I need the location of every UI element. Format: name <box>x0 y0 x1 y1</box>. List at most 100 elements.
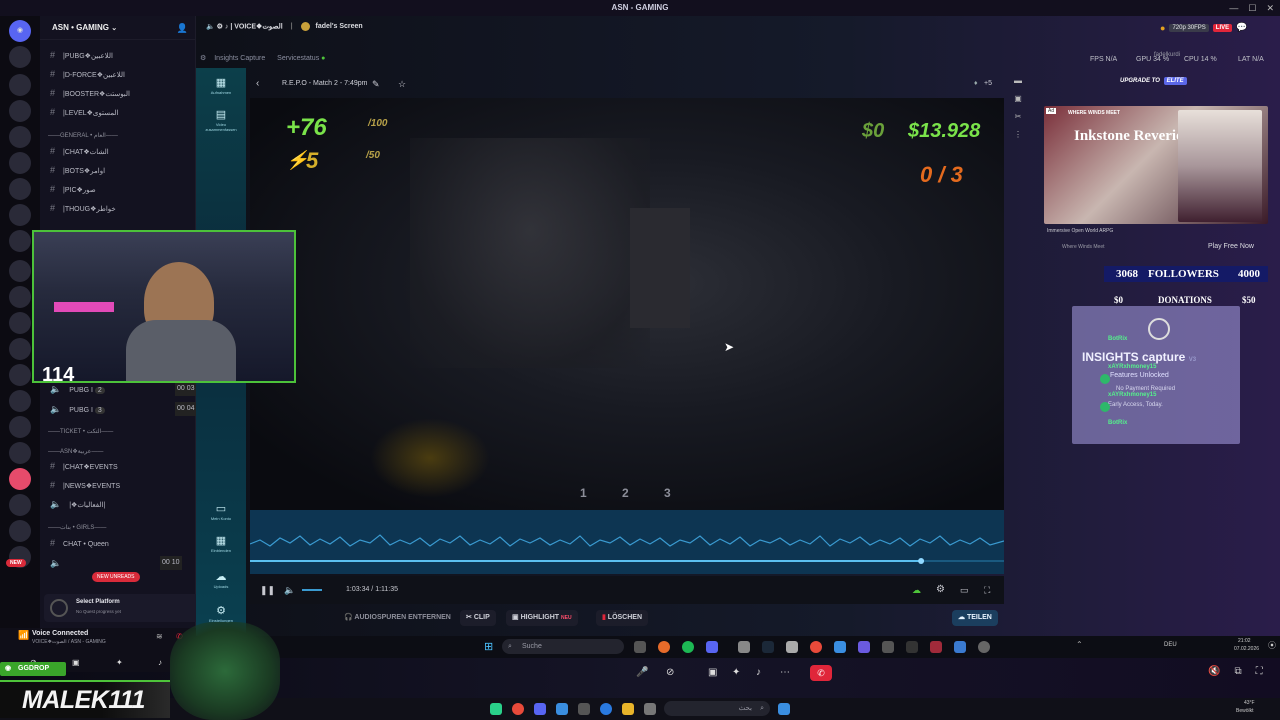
app-icon[interactable] <box>834 641 846 653</box>
voice-channel[interactable]: 🔈 PUBG I 2 00 03 <box>50 382 197 396</box>
channel-item[interactable]: # |D-FORCE❖اللاعبين <box>50 67 125 81</box>
tab-service-status[interactable]: Servicestatus <box>277 55 319 62</box>
fullscreen-icon[interactable]: ⛶ <box>984 576 990 604</box>
tray-chevron-icon[interactable]: ⌃ <box>1076 640 1083 649</box>
app-icon[interactable] <box>578 703 590 715</box>
add-member-icon[interactable]: 👤 <box>177 16 188 40</box>
channel-item[interactable]: # |PIC❖صور <box>50 182 96 196</box>
server-icon[interactable] <box>9 494 31 516</box>
maximize-icon[interactable]: ☐ <box>1248 3 1256 14</box>
server-icon[interactable] <box>9 204 31 226</box>
mute-icon[interactable]: 🔇 <box>1208 666 1220 677</box>
share-button[interactable]: ☁ TEILEN <box>952 610 998 626</box>
volume-slider[interactable] <box>302 589 322 591</box>
screen-share-icon[interactable]: ▣ <box>72 658 80 667</box>
theater-mode-icon[interactable]: ▭ <box>960 576 969 604</box>
nav-settings[interactable]: ⚙ Einstellungen <box>200 604 242 623</box>
ad-banner[interactable]: Ad WHERE WINDS MEET Inkstone Reverie <box>1044 106 1268 224</box>
voice-channel[interactable]: 🔈 PUBG I 3 00 04 <box>50 402 197 416</box>
channel-item[interactable]: 🔈 |❖الفعاليات| <box>50 497 105 511</box>
firefox-icon[interactable] <box>658 641 670 653</box>
discord-home-icon[interactable]: ◉ <box>9 20 31 42</box>
edge-icon[interactable] <box>600 703 612 715</box>
app-icon[interactable] <box>738 641 750 653</box>
app-icon[interactable] <box>930 641 942 653</box>
nav-account[interactable]: ▭ Mein Konto <box>200 502 242 521</box>
microphone-icon[interactable]: 🎤 <box>636 667 648 678</box>
windows-start-icon[interactable]: ⊞ <box>484 640 493 653</box>
taskbar-search[interactable]: ⌕ Suche <box>502 639 624 654</box>
server-icon[interactable] <box>9 442 31 464</box>
server-header[interactable]: ASN • GAMING ⌄ 👤 <box>40 16 196 40</box>
upgrade-banner[interactable]: UPGRADE TO ELITE <box>1120 77 1187 85</box>
nav-uploads[interactable]: ☁ Uploads <box>200 570 242 589</box>
soundboard-icon[interactable]: ♪ <box>158 658 162 667</box>
timeline-scrubber[interactable] <box>918 558 925 564</box>
channel-item[interactable]: # |NEWS❖EVENTS <box>50 478 120 492</box>
chat-bubble-icon[interactable]: ▬ <box>1010 72 1026 90</box>
delete-button[interactable]: ▮ LÖSCHEN <box>596 610 649 626</box>
cloud-check-icon[interactable]: ☁ <box>912 576 921 604</box>
activities-icon[interactable]: ✦ <box>732 667 740 678</box>
server-icon[interactable] <box>9 312 31 334</box>
app-icon[interactable] <box>786 641 798 653</box>
app-icon[interactable] <box>556 703 568 715</box>
category-ticket[interactable]: ——TICKET • التكت—— <box>48 426 113 438</box>
server-icon[interactable] <box>9 100 31 122</box>
voice-channel[interactable]: 🔈 00 10 <box>50 556 182 570</box>
server-icon[interactable] <box>9 286 31 308</box>
server-icon[interactable] <box>9 74 31 96</box>
chrome-icon[interactable] <box>810 641 822 653</box>
steam-icon[interactable] <box>762 641 774 653</box>
notification-icon[interactable]: ⦿ <box>1268 640 1276 651</box>
soundboard-icon[interactable]: ♪ <box>756 667 761 678</box>
server-icon[interactable] <box>9 260 31 282</box>
gear-icon[interactable]: ⚙ <box>936 576 945 604</box>
screen-share-icon[interactable]: ▣ <box>708 667 717 678</box>
nav-overlay[interactable]: ▦ Einblenden <box>200 534 242 553</box>
language-indicator[interactable]: DEU <box>1164 642 1177 648</box>
nav-summarize[interactable]: ▤ Video zusammenfassen <box>200 108 242 132</box>
channel-item[interactable]: # |LEVEL❖المستوى <box>50 105 118 119</box>
leave-call-button[interactable]: ✆ <box>810 665 832 681</box>
channel-item[interactable]: # |CHAT❖EVENTS <box>50 459 118 473</box>
category-girls[interactable]: ——بنات • GIRLS—— <box>48 522 106 534</box>
server-icon[interactable] <box>9 338 31 360</box>
app-icon[interactable] <box>954 641 966 653</box>
new-unreads-pill[interactable]: NEW UNREADS <box>92 572 140 582</box>
windows-start-icon[interactable] <box>778 703 790 715</box>
chrome-icon[interactable] <box>512 703 524 715</box>
no-camera-icon[interactable]: ⊘ <box>666 667 674 678</box>
pencil-icon[interactable]: ✎ <box>372 70 380 98</box>
video-frame[interactable]: +76 /100 5 ⚡ /50 $0 $13.928 0 / 3 1 2 3 … <box>250 98 1004 510</box>
tab-insights-capture[interactable]: Insights Capture <box>214 55 265 62</box>
crop-icon[interactable]: ✂ <box>1010 108 1026 126</box>
app-icon[interactable] <box>882 641 894 653</box>
volume-icon[interactable]: 🔈 <box>284 576 295 604</box>
expand-icon[interactable]: ⛶ <box>1256 666 1263 677</box>
ad-cta-link[interactable]: Play Free Now <box>1208 243 1254 250</box>
channel-item[interactable]: # |BOOSTER❖البوستت <box>50 86 130 100</box>
file-explorer-icon[interactable] <box>622 703 634 715</box>
category-asn[interactable]: ——ASN❖عربية—— <box>48 446 103 458</box>
server-icon[interactable] <box>9 390 31 412</box>
server-icon[interactable] <box>9 364 31 386</box>
app-icon[interactable] <box>858 641 870 653</box>
channel-item[interactable]: # |CHAT❖الشات <box>50 144 109 158</box>
server-icon[interactable] <box>9 46 31 68</box>
channel-item[interactable]: # |THOUG❖خواطر <box>50 201 116 215</box>
activity-icon[interactable]: ✦ <box>116 658 123 667</box>
nav-recordings[interactable]: ▦ Aufnahmen <box>200 76 242 95</box>
remove-audio-button[interactable]: 🎧 AUDIOSPUREN ENTFERNEN <box>338 610 457 626</box>
app-icon[interactable] <box>644 703 656 715</box>
star-icon[interactable]: ☆ <box>398 70 406 98</box>
channel-item[interactable]: # |BOTS❖اوامر <box>50 163 105 177</box>
clip-button[interactable]: ✂ CLIP <box>460 610 496 626</box>
discord-icon[interactable] <box>534 703 546 715</box>
audio-waveform-timeline[interactable] <box>249 510 1005 574</box>
taskbar-search-rtl[interactable]: بحث ⌕ <box>664 701 770 716</box>
minimize-icon[interactable]: — <box>1229 3 1238 13</box>
close-icon[interactable]: ✕ <box>1266 3 1274 14</box>
app-icon[interactable] <box>906 641 918 653</box>
back-arrow-icon[interactable]: ‹ <box>256 70 259 98</box>
